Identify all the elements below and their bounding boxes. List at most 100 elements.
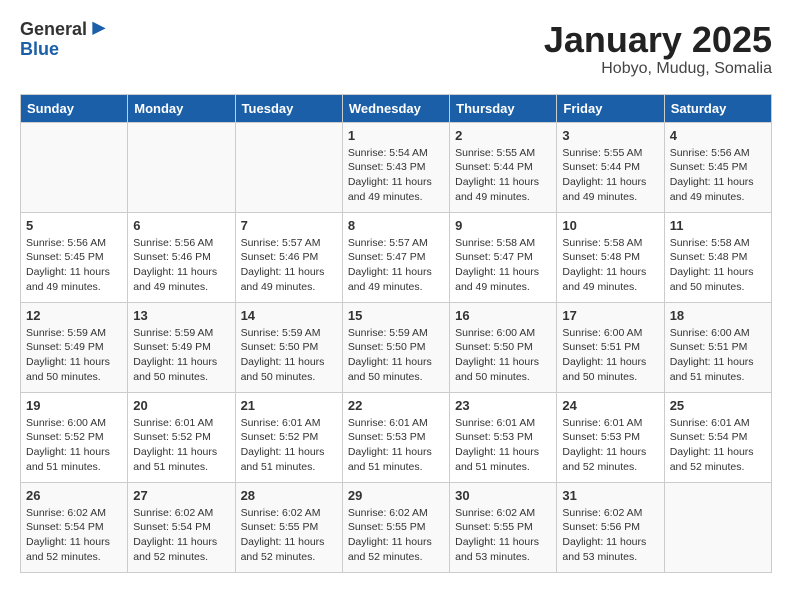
day-info: Sunrise: 6:01 AM Sunset: 5:53 PM Dayligh…	[455, 416, 551, 475]
day-number: 20	[133, 398, 229, 413]
day-info: Sunrise: 6:01 AM Sunset: 5:54 PM Dayligh…	[670, 416, 766, 475]
logo-general: General	[20, 20, 87, 40]
day-info: Sunrise: 6:02 AM Sunset: 5:54 PM Dayligh…	[26, 506, 122, 565]
calendar-cell: 20Sunrise: 6:01 AM Sunset: 5:52 PM Dayli…	[128, 392, 235, 482]
day-info: Sunrise: 6:00 AM Sunset: 5:50 PM Dayligh…	[455, 326, 551, 385]
day-info: Sunrise: 5:58 AM Sunset: 5:47 PM Dayligh…	[455, 236, 551, 295]
calendar-cell: 28 Sunrise: 6:02 AM Sunset: 5:55 PM Dayli…	[235, 482, 342, 572]
calendar-week-row: 26 Sunrise: 6:02 AM Sunset: 5:54 PM Dayli…	[21, 482, 772, 572]
logo-flag-icon	[89, 20, 109, 40]
weekday-header: Thursday	[450, 94, 557, 122]
logo-text: General Blue	[20, 20, 109, 60]
day-info: Sunrise: 5:55 AM Sunset: 5:44 PM Dayligh…	[562, 146, 658, 205]
day-info: Sunrise: 5:59 AM Sunset: 5:49 PM Dayligh…	[133, 326, 229, 385]
day-number: 31	[562, 488, 658, 503]
day-number: 13	[133, 308, 229, 323]
day-number: 3	[562, 128, 658, 143]
day-info: Sunrise: 5:54 AM Sunset: 5:43 PM Dayligh…	[348, 146, 444, 205]
calendar-cell: 29 Sunrise: 6:02 AM Sunset: 5:55 PM Dayli…	[342, 482, 449, 572]
day-number: 29	[348, 488, 444, 503]
calendar-cell: 16 Sunrise: 6:00 AM Sunset: 5:50 PM Dayli…	[450, 302, 557, 392]
calendar-cell: 9 Sunrise: 5:58 AM Sunset: 5:47 PM Daylig…	[450, 212, 557, 302]
day-number: 22	[348, 398, 444, 413]
day-number: 8	[348, 218, 444, 233]
day-number: 30	[455, 488, 551, 503]
day-info: Sunrise: 6:00 AM Sunset: 5:52 PM Dayligh…	[26, 416, 122, 475]
day-number: 16	[455, 308, 551, 323]
day-info: Sunrise: 5:59 AM Sunset: 5:50 PM Dayligh…	[241, 326, 337, 385]
day-info: Sunrise: 5:56 AM Sunset: 5:45 PM Dayligh…	[26, 236, 122, 295]
calendar-cell: 17 Sunrise: 6:00 AM Sunset: 5:51 PM Dayli…	[557, 302, 664, 392]
day-info: Sunrise: 5:56 AM Sunset: 5:46 PM Dayligh…	[133, 236, 229, 295]
day-number: 26	[26, 488, 122, 503]
day-info: Sunrise: 6:00 AM Sunset: 5:51 PM Dayligh…	[562, 326, 658, 385]
calendar-cell	[128, 122, 235, 212]
calendar-week-row: 19 Sunrise: 6:00 AM Sunset: 5:52 PM Dayli…	[21, 392, 772, 482]
day-info: Sunrise: 5:59 AM Sunset: 5:49 PM Dayligh…	[26, 326, 122, 385]
day-info: Sunrise: 6:02 AM Sunset: 5:55 PM Dayligh…	[241, 506, 337, 565]
weekday-header: Wednesday	[342, 94, 449, 122]
day-number: 18	[670, 308, 766, 323]
weekday-header: Monday	[128, 94, 235, 122]
page-header: General Blue January 2025 Hobyo, Mudug, …	[20, 20, 772, 78]
day-info: Sunrise: 6:02 AM Sunset: 5:56 PM Dayligh…	[562, 506, 658, 565]
calendar-cell: 12 Sunrise: 5:59 AM Sunset: 5:49 PM Dayli…	[21, 302, 128, 392]
calendar-cell: 24Sunrise: 6:01 AM Sunset: 5:53 PM Dayli…	[557, 392, 664, 482]
day-number: 21	[241, 398, 337, 413]
day-number: 9	[455, 218, 551, 233]
calendar-cell: 5 Sunrise: 5:56 AM Sunset: 5:45 PM Daylig…	[21, 212, 128, 302]
day-info: Sunrise: 6:01 AM Sunset: 5:53 PM Dayligh…	[348, 416, 444, 475]
month-title: January 2025	[544, 20, 772, 60]
day-number: 4	[670, 128, 766, 143]
day-number: 12	[26, 308, 122, 323]
calendar-cell: 4 Sunrise: 5:56 AM Sunset: 5:45 PM Daylig…	[664, 122, 771, 212]
day-info: Sunrise: 5:55 AM Sunset: 5:44 PM Dayligh…	[455, 146, 551, 205]
calendar-cell: 14 Sunrise: 5:59 AM Sunset: 5:50 PM Dayli…	[235, 302, 342, 392]
weekday-header-row: SundayMondayTuesdayWednesdayThursdayFrid…	[21, 94, 772, 122]
day-info: Sunrise: 6:01 AM Sunset: 5:52 PM Dayligh…	[241, 416, 337, 475]
day-number: 17	[562, 308, 658, 323]
calendar-cell	[664, 482, 771, 572]
calendar-week-row: 12 Sunrise: 5:59 AM Sunset: 5:49 PM Dayli…	[21, 302, 772, 392]
day-info: Sunrise: 6:01 AM Sunset: 5:53 PM Dayligh…	[562, 416, 658, 475]
calendar-table: SundayMondayTuesdayWednesdayThursdayFrid…	[20, 94, 772, 573]
calendar-cell: 1 Sunrise: 5:54 AM Sunset: 5:43 PM Daylig…	[342, 122, 449, 212]
logo-blue: Blue	[20, 40, 109, 60]
calendar-cell: 10Sunrise: 5:58 AM Sunset: 5:48 PM Dayli…	[557, 212, 664, 302]
calendar-cell: 30 Sunrise: 6:02 AM Sunset: 5:55 PM Dayli…	[450, 482, 557, 572]
day-info: Sunrise: 6:02 AM Sunset: 5:55 PM Dayligh…	[348, 506, 444, 565]
calendar-cell: 7 Sunrise: 5:57 AM Sunset: 5:46 PM Daylig…	[235, 212, 342, 302]
calendar-cell: 13 Sunrise: 5:59 AM Sunset: 5:49 PM Dayli…	[128, 302, 235, 392]
day-info: Sunrise: 6:02 AM Sunset: 5:55 PM Dayligh…	[455, 506, 551, 565]
day-number: 19	[26, 398, 122, 413]
title-block: January 2025 Hobyo, Mudug, Somalia	[544, 20, 772, 78]
calendar-cell: 8Sunrise: 5:57 AM Sunset: 5:47 PM Daylig…	[342, 212, 449, 302]
day-number: 15	[348, 308, 444, 323]
calendar-cell: 11Sunrise: 5:58 AM Sunset: 5:48 PM Dayli…	[664, 212, 771, 302]
day-info: Sunrise: 5:58 AM Sunset: 5:48 PM Dayligh…	[562, 236, 658, 295]
calendar-cell: 2Sunrise: 5:55 AM Sunset: 5:44 PM Daylig…	[450, 122, 557, 212]
calendar-cell: 22 Sunrise: 6:01 AM Sunset: 5:53 PM Dayli…	[342, 392, 449, 482]
day-number: 7	[241, 218, 337, 233]
day-info: Sunrise: 5:57 AM Sunset: 5:46 PM Dayligh…	[241, 236, 337, 295]
weekday-header: Tuesday	[235, 94, 342, 122]
calendar-cell: 25 Sunrise: 6:01 AM Sunset: 5:54 PM Dayli…	[664, 392, 771, 482]
day-number: 25	[670, 398, 766, 413]
location: Hobyo, Mudug, Somalia	[544, 60, 772, 78]
day-info: Sunrise: 6:02 AM Sunset: 5:54 PM Dayligh…	[133, 506, 229, 565]
day-number: 23	[455, 398, 551, 413]
day-number: 5	[26, 218, 122, 233]
day-info: Sunrise: 5:56 AM Sunset: 5:45 PM Dayligh…	[670, 146, 766, 205]
calendar-cell	[21, 122, 128, 212]
calendar-cell: 19 Sunrise: 6:00 AM Sunset: 5:52 PM Dayli…	[21, 392, 128, 482]
day-info: Sunrise: 5:58 AM Sunset: 5:48 PM Dayligh…	[670, 236, 766, 295]
day-number: 1	[348, 128, 444, 143]
day-info: Sunrise: 6:00 AM Sunset: 5:51 PM Dayligh…	[670, 326, 766, 385]
calendar-cell: 26 Sunrise: 6:02 AM Sunset: 5:54 PM Dayli…	[21, 482, 128, 572]
day-number: 28	[241, 488, 337, 503]
calendar-cell: 3 Sunrise: 5:55 AM Sunset: 5:44 PM Daylig…	[557, 122, 664, 212]
calendar-cell: 18 Sunrise: 6:00 AM Sunset: 5:51 PM Dayli…	[664, 302, 771, 392]
calendar-cell: 31 Sunrise: 6:02 AM Sunset: 5:56 PM Dayli…	[557, 482, 664, 572]
calendar-week-row: 1 Sunrise: 5:54 AM Sunset: 5:43 PM Daylig…	[21, 122, 772, 212]
day-number: 14	[241, 308, 337, 323]
